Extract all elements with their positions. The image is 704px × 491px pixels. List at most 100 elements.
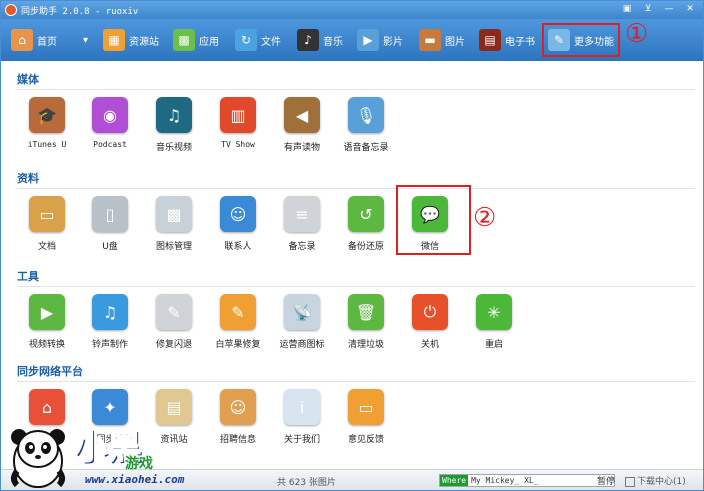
app-white-apple-repair[interactable]: ✎ 白苹果修复: [206, 294, 270, 350]
app-repair-crash[interactable]: ✎ 修复闪退: [142, 294, 206, 350]
now-playing[interactable]: Where My Mickey_ XL_: [439, 474, 615, 487]
more-features-button[interactable]: ✎ 更多功能: [542, 23, 620, 57]
download-icon: [625, 476, 635, 487]
app-ringtone[interactable]: ♫ 铃声制作: [78, 294, 142, 350]
app-usb-drive[interactable]: ▯ U盘: [78, 196, 142, 252]
tv-show-icon: ▥: [220, 97, 256, 133]
tools-icon: ✎: [548, 29, 570, 51]
toolbar-label: 图片: [445, 36, 465, 48]
music-video-icon: ♫: [156, 97, 192, 133]
watermark-url: www.xiaohei.com: [85, 473, 185, 486]
section-title: 同步网络平台: [17, 365, 83, 378]
document-icon: ▭: [29, 196, 65, 232]
icon-manager-icon: ▩: [156, 196, 192, 232]
shop-icon: ▦: [103, 29, 125, 51]
menu-button[interactable]: ⊻: [639, 3, 657, 16]
app-carrier[interactable]: 📡 运营商图标: [270, 294, 334, 350]
app-label: 铃声制作: [91, 340, 128, 350]
white-apple-repair-icon: ✎: [220, 294, 256, 330]
app-label: 修复闪退: [155, 340, 192, 350]
app-label: TV Show: [221, 140, 255, 149]
ringtone-icon: ♫: [92, 294, 128, 330]
content-area: 媒体 🎓 iTunes U ◉ Podcast ♫ 音乐视频 ▥ TV Show ◀ 有声读物 🎙 语音…: [9, 63, 697, 465]
repair-crash-icon: ✎: [156, 294, 192, 330]
itunes-u-icon: 🎓: [29, 97, 65, 133]
app-tv-show[interactable]: ▥ TV Show: [206, 97, 270, 149]
ebook-icon: ▤: [479, 29, 501, 51]
toolbar-home-button[interactable]: ⌂ 首页: [11, 25, 57, 55]
video-convert-icon: ▶: [29, 294, 65, 330]
photo-count: 共 623 张图片: [277, 478, 336, 488]
app-label: 有声读物: [283, 143, 320, 153]
app-label: iTunes U: [27, 140, 67, 149]
app-itunes-u[interactable]: 🎓 iTunes U: [15, 97, 79, 149]
now-playing-tag: Where: [440, 475, 469, 486]
section-divider: [17, 286, 695, 287]
app-logo-icon: [5, 4, 17, 16]
toolbar-label: 电子书: [505, 36, 535, 48]
toolbar-file-button[interactable]: ↻ 文件: [235, 25, 281, 55]
app-clean-trash[interactable]: 🗑 清理垃圾: [334, 294, 398, 350]
app-label: 图标管理: [155, 242, 192, 252]
app-icon-manager[interactable]: ▩ 图标管理: [142, 196, 206, 252]
toolbar-label: 首页: [37, 36, 57, 48]
toolbar-ebook-button[interactable]: ▤ 电子书: [479, 25, 535, 55]
annotation-marker-1: ①: [625, 19, 649, 49]
toolbar-label: 影片: [383, 36, 403, 48]
file-icon: ↻: [235, 29, 257, 51]
home-icon: ⌂: [11, 29, 33, 51]
app-jobs[interactable]: ☺ 招聘信息: [206, 389, 270, 445]
app-music-video[interactable]: ♫ 音乐视频: [142, 97, 206, 153]
clean-trash-icon: 🗑: [348, 294, 384, 330]
app-shutdown[interactable]: ⏻ 关机: [398, 294, 462, 350]
close-button[interactable]: ✕: [681, 3, 699, 16]
section-title: 媒体: [17, 73, 39, 86]
app-label: 备忘录: [288, 242, 316, 252]
app-voice-memo[interactable]: 🎙 语音备忘录: [334, 97, 398, 153]
toolbar-video-button[interactable]: ▶ 影片: [357, 25, 403, 55]
toolbar-label: 应用: [199, 36, 219, 48]
watermark-sub: 游戏: [125, 456, 153, 472]
podcast-icon: ◉: [92, 97, 128, 133]
app-label: 关于我们: [283, 435, 320, 445]
app-document[interactable]: ▭ 文档: [15, 196, 79, 252]
app-contacts[interactable]: ☺ 联系人: [206, 196, 270, 252]
notes-icon: ≡: [284, 196, 320, 232]
app-feedback[interactable]: ▭ 意见反馈: [334, 389, 398, 445]
wechat-highlight: [396, 185, 471, 255]
contacts-icon: ☺: [220, 196, 256, 232]
toolbar-music-button[interactable]: ♪ 音乐: [297, 25, 343, 55]
window-controls: ▣ ⊻ — ✕: [618, 3, 699, 16]
app-label: 清理垃圾: [347, 340, 384, 350]
app-video-convert[interactable]: ▶ 视频转换: [15, 294, 79, 350]
pause-button[interactable]: 暂停: [597, 474, 615, 487]
app-backup-restore[interactable]: ↺ 备份还原: [334, 196, 398, 252]
app-label: 联系人: [224, 242, 252, 252]
main-toolbar: ⌂ 首页 ▦ 资源站 ▩ 应用 ↻ 文件 ♪ 音乐 ▶ 影片 ▬ 图片 ▤ 电子书 ▾ ✎ 更多功能 ①: [1, 19, 703, 61]
section-divider: [17, 381, 695, 382]
app-label: 招聘信息: [219, 435, 256, 445]
toolbar-shop-button[interactable]: ▦ 资源站: [103, 25, 159, 55]
section-title: 资料: [17, 172, 39, 185]
toolbar-photo-button[interactable]: ▬ 图片: [419, 25, 465, 55]
app-audiobook[interactable]: ◀ 有声读物: [270, 97, 334, 153]
restart-icon: ✳: [476, 294, 512, 330]
toolbar-label: 音乐: [323, 36, 343, 48]
app-label: 视频转换: [28, 340, 65, 350]
download-center-button[interactable]: 下载中心(1): [625, 474, 686, 487]
app-podcast[interactable]: ◉ Podcast: [78, 97, 142, 149]
app-label: Podcast: [93, 140, 127, 149]
app-label: 关机: [420, 340, 439, 350]
home-dropdown-icon[interactable]: ▾: [83, 25, 88, 55]
section-divider: [17, 89, 695, 90]
video-icon: ▶: [357, 29, 379, 51]
app-restart[interactable]: ✳ 重启: [462, 294, 526, 350]
carrier-icon: 📡: [284, 294, 320, 330]
toolbar-apps-button[interactable]: ▩ 应用: [173, 25, 219, 55]
minimize-button[interactable]: —: [660, 3, 678, 16]
skin-button[interactable]: ▣: [618, 3, 636, 16]
section-divider: [17, 188, 695, 189]
app-notes[interactable]: ≡ 备忘录: [270, 196, 334, 252]
app-about[interactable]: i 关于我们: [270, 389, 334, 445]
app-label: 白苹果修复: [215, 340, 261, 350]
